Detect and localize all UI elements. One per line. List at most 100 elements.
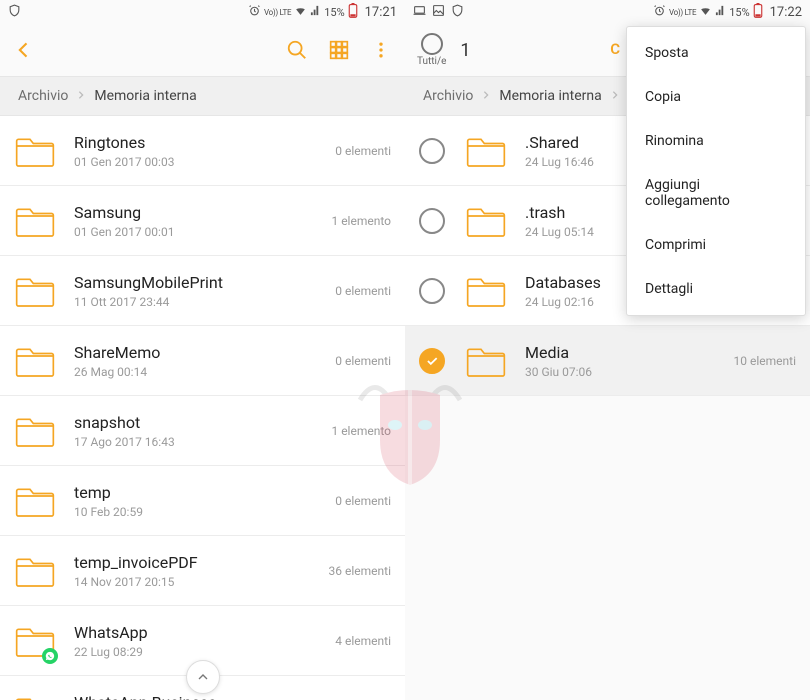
screen-file-browser: Vo)) LTE 15% 17:21 [0,0,405,700]
view-grid-button[interactable] [327,38,351,62]
context-menu-item[interactable]: Sposta [627,31,805,75]
battery-icon [753,3,763,21]
folder-name: Media [525,343,726,362]
shield-icon [8,4,21,20]
screen-selection-mode: Vo)) LTE 15% 17:22 Tutti/e 1 C [405,0,810,700]
folder-icon [465,270,507,312]
folder-date: 14 Nov 2017 20:15 [74,575,321,589]
app-bar [0,24,405,76]
select-all-toggle[interactable]: Tutti/e [417,33,446,67]
folder-name: temp [74,483,327,502]
breadcrumb-root[interactable]: Archivio [423,88,473,104]
back-button[interactable] [12,38,36,62]
folder-date: 11 Ott 2017 23:44 [74,295,327,309]
folder-date: 17 Ago 2017 16:43 [74,435,323,449]
row-checkbox[interactable] [419,278,445,304]
image-icon [432,4,445,20]
clock: 17:22 [770,5,802,20]
folder-item-count: 36 elementi [321,564,391,578]
battery-percent: 15% [324,6,344,19]
folder-date: 01 Gen 2017 00:01 [74,225,323,239]
overflow-hint: C [610,40,620,58]
folder-row[interactable]: temp 10 Feb 20:59 0 elementi [0,466,405,536]
laptop-icon [413,4,426,20]
wifi-icon [294,4,307,20]
folder-icon [14,690,56,700]
folder-row[interactable]: Ringtones 01 Gen 2017 00:03 0 elementi [0,116,405,186]
folder-icon [465,130,507,172]
folder-name: temp_invoicePDF [74,553,321,572]
chevron-right-icon [610,88,620,104]
chevron-right-icon [481,88,491,104]
context-menu-item[interactable]: Dettagli [627,267,805,311]
folder-item-count: 4 elementi [327,634,391,648]
folder-row[interactable]: SamsungMobilePrint 11 Ott 2017 23:44 0 e… [0,256,405,326]
folder-item-count: 0 elementi [327,354,391,368]
folder-item-count: 1 elemento [323,424,391,438]
folder-name: WhatsApp [74,623,327,642]
scroll-to-top-button[interactable] [186,660,220,694]
folder-icon [14,270,56,312]
breadcrumb-current: Memoria interna [94,88,196,104]
context-menu-item[interactable]: Aggiungi collegamento [627,163,805,223]
battery-percent: 15% [729,6,749,19]
folder-date: 10 Feb 20:59 [74,505,327,519]
status-bar: Vo)) LTE 15% 17:22 [405,0,810,24]
folder-name: Ringtones [74,133,327,152]
row-checkbox[interactable] [419,208,445,234]
breadcrumb-current: Memoria interna [499,88,601,104]
selection-count: 1 [460,40,470,61]
status-bar: Vo)) LTE 15% 17:21 [0,0,405,24]
folder-date: 30 Giu 07:06 [525,365,726,379]
folder-item-count: 0 elementi [327,494,391,508]
select-all-checkbox[interactable] [421,33,443,55]
folder-row-selectable[interactable]: Media 30 Giu 07:06 10 elementi [405,326,810,396]
folder-item-count: 10 elementi [726,354,796,368]
folder-name: SamsungMobilePrint [74,273,327,292]
row-checkbox[interactable] [419,138,445,164]
folder-icon [465,200,507,242]
network-label: Vo)) LTE [264,8,291,17]
folder-item-count: 0 elementi [327,144,391,158]
shield-icon [451,4,464,20]
folder-row[interactable]: ShareMemo 26 Mag 00:14 0 elementi [0,326,405,396]
folder-item-count: 1 elemento [323,214,391,228]
alarm-icon [653,4,666,20]
chevron-right-icon [76,88,86,104]
folder-item-count: 0 elementi [327,284,391,298]
folder-icon [14,550,56,592]
folder-icon [465,340,507,382]
folder-name: ShareMemo [74,343,327,362]
alarm-icon [248,4,261,20]
folder-name: snapshot [74,413,323,432]
file-list[interactable]: Ringtones 01 Gen 2017 00:03 0 elementi S… [0,116,405,700]
breadcrumb-root[interactable]: Archivio [18,88,68,104]
wifi-icon [699,4,712,20]
context-menu: SpostaCopiaRinominaAggiungi collegamento… [626,26,806,316]
context-menu-item[interactable]: Rinomina [627,119,805,163]
folder-date: 01 Gen 2017 00:03 [74,155,327,169]
folder-icon [14,620,56,662]
folder-icon [14,480,56,522]
folder-icon [14,200,56,242]
breadcrumb[interactable]: Archivio Memoria interna [0,76,405,116]
signal-icon [715,5,726,19]
more-button[interactable] [369,38,393,62]
clock: 17:21 [365,5,397,20]
folder-icon [14,340,56,382]
battery-icon [348,3,358,21]
folder-row[interactable]: snapshot 17 Ago 2017 16:43 1 elemento [0,396,405,466]
search-button[interactable] [285,38,309,62]
context-menu-item[interactable]: Comprimi [627,223,805,267]
folder-row[interactable]: Samsung 01 Gen 2017 00:01 1 elemento [0,186,405,256]
select-all-label: Tutti/e [417,56,446,67]
signal-icon [310,5,321,19]
context-menu-item[interactable]: Copia [627,75,805,119]
folder-date: 26 Mag 00:14 [74,365,327,379]
folder-icon [14,410,56,452]
folder-icon [14,130,56,172]
folder-row[interactable]: temp_invoicePDF 14 Nov 2017 20:15 36 ele… [0,536,405,606]
folder-name: Samsung [74,203,323,222]
folder-date: 22 Lug 08:29 [74,645,327,659]
row-checkbox[interactable] [419,348,445,374]
